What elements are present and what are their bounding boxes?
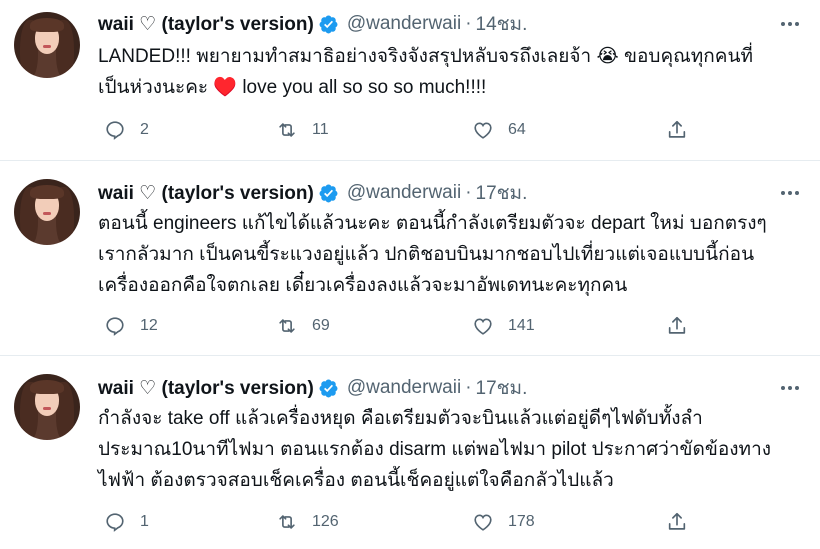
- action-bar: 2 11 64: [98, 117, 698, 143]
- tweet-text-line: LANDED!!! พยายามทำสมาธิอย่างจริงจังสรุปห…: [98, 46, 754, 67]
- reply-count: 2: [140, 121, 149, 138]
- tweet-text-line: เครื่องออกคือใจตกเลย เดี๋ยวเครื่องลงแล้ว…: [98, 275, 628, 296]
- like-button[interactable]: 178: [472, 509, 535, 535]
- retweet-button[interactable]: 69: [276, 313, 330, 339]
- more-options-icon[interactable]: [776, 183, 804, 203]
- tweet-text-line: กำลังจะ take off แล้วเครื่องหยุด คือเตรี…: [98, 408, 703, 429]
- retweet-icon: [279, 319, 295, 333]
- heart-icon: [474, 122, 492, 139]
- tweet-text: ตอนนี้ engineers แก้ไขได้แล้วนะคะ ตอนนี้…: [98, 208, 810, 301]
- tweet[interactable]: waii ♡ (taylor's version) @wanderwaii · …: [0, 356, 820, 549]
- share-button[interactable]: [666, 509, 688, 535]
- timestamp[interactable]: 17ชม.: [476, 373, 528, 403]
- avatar[interactable]: [14, 12, 80, 78]
- retweet-button[interactable]: 11: [276, 117, 329, 143]
- reply-button[interactable]: 2: [104, 117, 149, 143]
- tweet-text: LANDED!!! พยายามทำสมาธิอย่างจริงจังสรุปห…: [98, 41, 810, 103]
- reply-icon: [106, 121, 124, 140]
- action-bar: 12 69 141: [98, 313, 698, 339]
- display-name[interactable]: waii ♡ (taylor's version): [98, 377, 314, 400]
- timestamp[interactable]: 17ชม.: [476, 178, 528, 208]
- user-handle[interactable]: @wanderwaii: [347, 182, 461, 204]
- like-count: 141: [508, 317, 535, 334]
- verified-badge-icon: [319, 15, 338, 33]
- separator-dot: ·: [465, 377, 472, 398]
- like-count: 64: [508, 121, 526, 138]
- reply-icon: [106, 317, 124, 336]
- retweet-icon: [279, 123, 295, 137]
- retweet-icon: [279, 515, 295, 529]
- tweet-text-line: เป็นห่วงนะคะ ♥️ love you all so so so mu…: [98, 77, 487, 98]
- more-options-icon[interactable]: [776, 14, 804, 34]
- separator-dot: ·: [465, 13, 472, 34]
- tweet-text-line: ตอนนี้ engineers แก้ไขได้แล้วนะคะ ตอนนี้…: [98, 213, 767, 234]
- display-name[interactable]: waii ♡ (taylor's version): [98, 13, 314, 36]
- reply-button[interactable]: 12: [104, 313, 158, 339]
- tweet[interactable]: waii ♡ (taylor's version) @wanderwaii · …: [0, 0, 820, 160]
- timestamp[interactable]: 14ชม.: [476, 9, 528, 39]
- reply-button[interactable]: 1: [104, 509, 149, 535]
- user-handle[interactable]: @wanderwaii: [347, 377, 461, 399]
- share-icon: [668, 316, 686, 334]
- display-name[interactable]: waii ♡ (taylor's version): [98, 182, 314, 205]
- tweet-feed: waii ♡ (taylor's version) @wanderwaii · …: [0, 0, 820, 549]
- reply-count: 1: [140, 513, 149, 530]
- share-icon: [668, 512, 686, 530]
- retweet-count: 126: [312, 513, 339, 530]
- retweet-count: 11: [312, 121, 329, 138]
- reply-count: 12: [140, 317, 158, 334]
- retweet-button[interactable]: 126: [276, 509, 339, 535]
- reply-icon: [106, 513, 124, 532]
- retweet-count: 69: [312, 317, 330, 334]
- tweet[interactable]: waii ♡ (taylor's version) @wanderwaii · …: [0, 161, 820, 355]
- separator-dot: ·: [465, 182, 472, 203]
- like-button[interactable]: 141: [472, 313, 535, 339]
- verified-badge-icon: [319, 184, 338, 202]
- tweet-text-line: เรากลัวมาก เป็นคนขี้ระแวงอยู่แล้ว ปกติชอ…: [98, 244, 755, 265]
- share-icon: [668, 120, 686, 138]
- tweet-text-line: ไฟฟ้า ต้องตรวจสอบเช็คเครื่อง ตอนนี้เช็คอ…: [98, 470, 614, 491]
- share-button[interactable]: [666, 313, 688, 339]
- heart-icon: [474, 318, 492, 335]
- like-button[interactable]: 64: [472, 117, 526, 143]
- avatar[interactable]: [14, 374, 80, 440]
- verified-badge-icon: [319, 379, 338, 397]
- action-bar: 1 126 178: [98, 509, 698, 535]
- like-count: 178: [508, 513, 535, 530]
- heart-icon: [474, 514, 492, 531]
- tweet-text: กำลังจะ take off แล้วเครื่องหยุด คือเตรี…: [98, 403, 810, 496]
- share-button[interactable]: [666, 117, 688, 143]
- tweet-text-line: ประมาณ10นาทีไฟมา ตอนแรกต้อง disarm แต่พอ…: [98, 439, 772, 460]
- more-options-icon[interactable]: [776, 378, 804, 398]
- avatar[interactable]: [14, 179, 80, 245]
- user-handle[interactable]: @wanderwaii: [347, 13, 461, 35]
